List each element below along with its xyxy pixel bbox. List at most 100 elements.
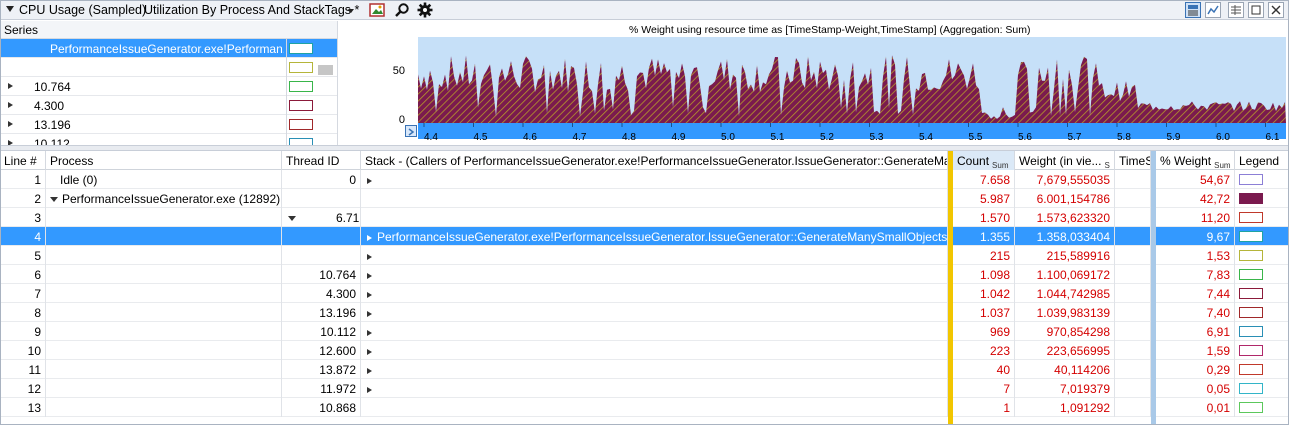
table-row[interactable]: 9 10.112 969 970,854298 6,91 xyxy=(0,322,1289,341)
collapse-icon[interactable] xyxy=(6,6,14,12)
expand-icon[interactable] xyxy=(367,330,372,336)
legend-color-swatch[interactable] xyxy=(1239,174,1263,185)
table-row[interactable]: 13 10.868 1 1,091292 0,01 xyxy=(0,398,1289,417)
column-header-thread[interactable]: Thread ID xyxy=(282,151,361,170)
expand-icon[interactable] xyxy=(367,254,372,260)
table-row[interactable]: 4 PerformanceIssueGenerator.exe!Performan… xyxy=(0,227,1289,246)
cell-weight: 40,114206 xyxy=(1015,360,1115,379)
cell-timestamp xyxy=(1115,284,1151,303)
table-row[interactable]: 5 215 215,589916 1,53 xyxy=(0,246,1289,265)
expand-icon[interactable] xyxy=(367,368,372,374)
table-row[interactable]: 8 13.196 1.037 1.039,983139 7,40 xyxy=(0,303,1289,322)
expand-icon[interactable] xyxy=(8,102,13,108)
cell-stack xyxy=(361,322,948,341)
cell-thread-id: 0 xyxy=(282,170,361,189)
graph-and-table-view-button[interactable] xyxy=(1185,2,1201,18)
table-row[interactable]: 10 12.600 223 223,656995 1,59 xyxy=(0,341,1289,360)
expand-icon[interactable] xyxy=(367,292,372,298)
legend-color-swatch[interactable] xyxy=(1239,288,1263,299)
column-header-line[interactable]: Line # xyxy=(0,151,46,170)
maximize-button[interactable] xyxy=(1248,2,1264,18)
cell-thread-id xyxy=(282,189,361,208)
cell-count: 969 xyxy=(953,322,1015,341)
legend-color-swatch[interactable] xyxy=(1239,307,1263,318)
column-header-stack[interactable]: Stack - (Callers of PerformanceIssueGene… xyxy=(361,151,948,170)
collapse-icon[interactable] xyxy=(50,197,58,202)
legend-color-swatch[interactable] xyxy=(1239,383,1263,394)
table-row[interactable]: 12 11.972 7 7,019379 0,05 xyxy=(0,379,1289,398)
cell-stack xyxy=(361,341,948,360)
cell-count: 223 xyxy=(953,341,1015,360)
graph-only-view-button[interactable] xyxy=(1205,2,1221,18)
column-header-weight[interactable]: Weight (in vie... S xyxy=(1015,151,1115,170)
cpu-usage-graph[interactable] xyxy=(418,37,1286,139)
cell-line-number: 10 xyxy=(0,341,46,360)
table-row[interactable]: 2 PerformanceIssueGenerator.exe (12892) 5.… xyxy=(0,189,1289,208)
legend-color-swatch[interactable] xyxy=(1239,193,1263,204)
gear-icon[interactable] xyxy=(417,2,433,18)
series-row[interactable] xyxy=(0,58,337,77)
series-row[interactable]: 10.112 xyxy=(0,134,337,145)
series-panel: Series PerformanceIssueGenerator.exe!Per… xyxy=(0,21,338,145)
series-color-swatch[interactable] xyxy=(289,62,313,73)
cell-thread-id: 4.300 xyxy=(282,284,361,303)
cell-weight: 215,589916 xyxy=(1015,246,1115,265)
legend-color-swatch[interactable] xyxy=(1239,212,1263,223)
legend-color-swatch[interactable] xyxy=(1239,231,1263,242)
legend-color-swatch[interactable] xyxy=(1239,250,1263,261)
expand-icon[interactable] xyxy=(8,83,13,89)
cell-stack xyxy=(361,246,948,265)
expand-icon[interactable] xyxy=(367,178,372,184)
expand-icon[interactable] xyxy=(367,349,372,355)
search-icon[interactable] xyxy=(394,2,410,18)
column-header-process[interactable]: Process xyxy=(46,151,282,170)
expand-icon[interactable] xyxy=(367,311,372,317)
pivot-divider-gold[interactable] xyxy=(948,151,953,425)
preset-selector[interactable]: Utilization By Process And StackTags * xyxy=(144,3,359,17)
cell-weight: 1,091292 xyxy=(1015,398,1115,417)
series-row[interactable]: 13.196 xyxy=(0,115,337,134)
table-row[interactable]: 11 13.872 40 40,114206 0,29 xyxy=(0,360,1289,379)
series-color-swatch[interactable] xyxy=(289,100,313,111)
legend-color-swatch[interactable] xyxy=(1239,364,1263,375)
chevron-down-icon[interactable] xyxy=(348,9,354,13)
expand-icon[interactable] xyxy=(367,235,372,241)
y-tick-label: 50 xyxy=(392,65,405,77)
cell-count: 1.570 xyxy=(953,208,1015,227)
graph-divider-blue[interactable] xyxy=(1151,151,1156,425)
cell-count: 1.098 xyxy=(953,265,1015,284)
series-color-swatch[interactable] xyxy=(289,81,313,92)
series-row[interactable]: 10.764 xyxy=(0,77,337,96)
column-header-legend[interactable]: Legend xyxy=(1235,151,1289,170)
column-header-count[interactable]: Count Sum xyxy=(953,151,1015,170)
cell-process xyxy=(46,398,282,417)
table-row[interactable]: 1 Idle (0) 0 7.658 7,679,555035 54,67 xyxy=(0,170,1289,189)
legend-color-swatch[interactable] xyxy=(1239,345,1263,356)
close-button[interactable] xyxy=(1268,2,1284,18)
cell-count: 1.355 xyxy=(953,227,1015,246)
series-row[interactable]: 4.300 xyxy=(0,96,337,115)
legend-color-swatch[interactable] xyxy=(1239,269,1263,280)
table-row[interactable]: 7 4.300 1.042 1.044,742985 7,44 xyxy=(0,284,1289,303)
image-icon[interactable] xyxy=(369,2,385,18)
column-header-percent-weight[interactable]: % Weight Sum xyxy=(1156,151,1235,170)
series-label: 4.300 xyxy=(34,99,65,113)
series-scroll-thumb[interactable] xyxy=(318,65,333,75)
collapse-icon[interactable] xyxy=(288,216,296,221)
zoom-icon[interactable] xyxy=(405,125,417,137)
x-tick-label: 5.9 xyxy=(1166,132,1181,143)
series-color-swatch[interactable] xyxy=(289,119,313,130)
table-only-view-button[interactable] xyxy=(1228,2,1244,18)
legend-color-swatch[interactable] xyxy=(1239,326,1263,337)
column-header-timestamp[interactable]: TimeS xyxy=(1115,151,1151,170)
cell-stack: PerformanceIssueGenerator.exe!Performanc… xyxy=(361,227,948,246)
legend-color-swatch[interactable] xyxy=(1239,402,1263,413)
table-row[interactable]: 6 10.764 1.098 1.100,069172 7,83 xyxy=(0,265,1289,284)
expand-icon[interactable] xyxy=(8,121,13,127)
series-color-swatch[interactable] xyxy=(289,43,313,54)
series-color-swatch[interactable] xyxy=(289,138,313,145)
series-row[interactable]: PerformanceIssueGenerator.exe!Performan.… xyxy=(0,39,337,58)
expand-icon[interactable] xyxy=(367,387,372,393)
table-row[interactable]: 3 6.716 1.5701.573,623320 11,20 xyxy=(0,208,1289,227)
expand-icon[interactable] xyxy=(367,273,372,279)
